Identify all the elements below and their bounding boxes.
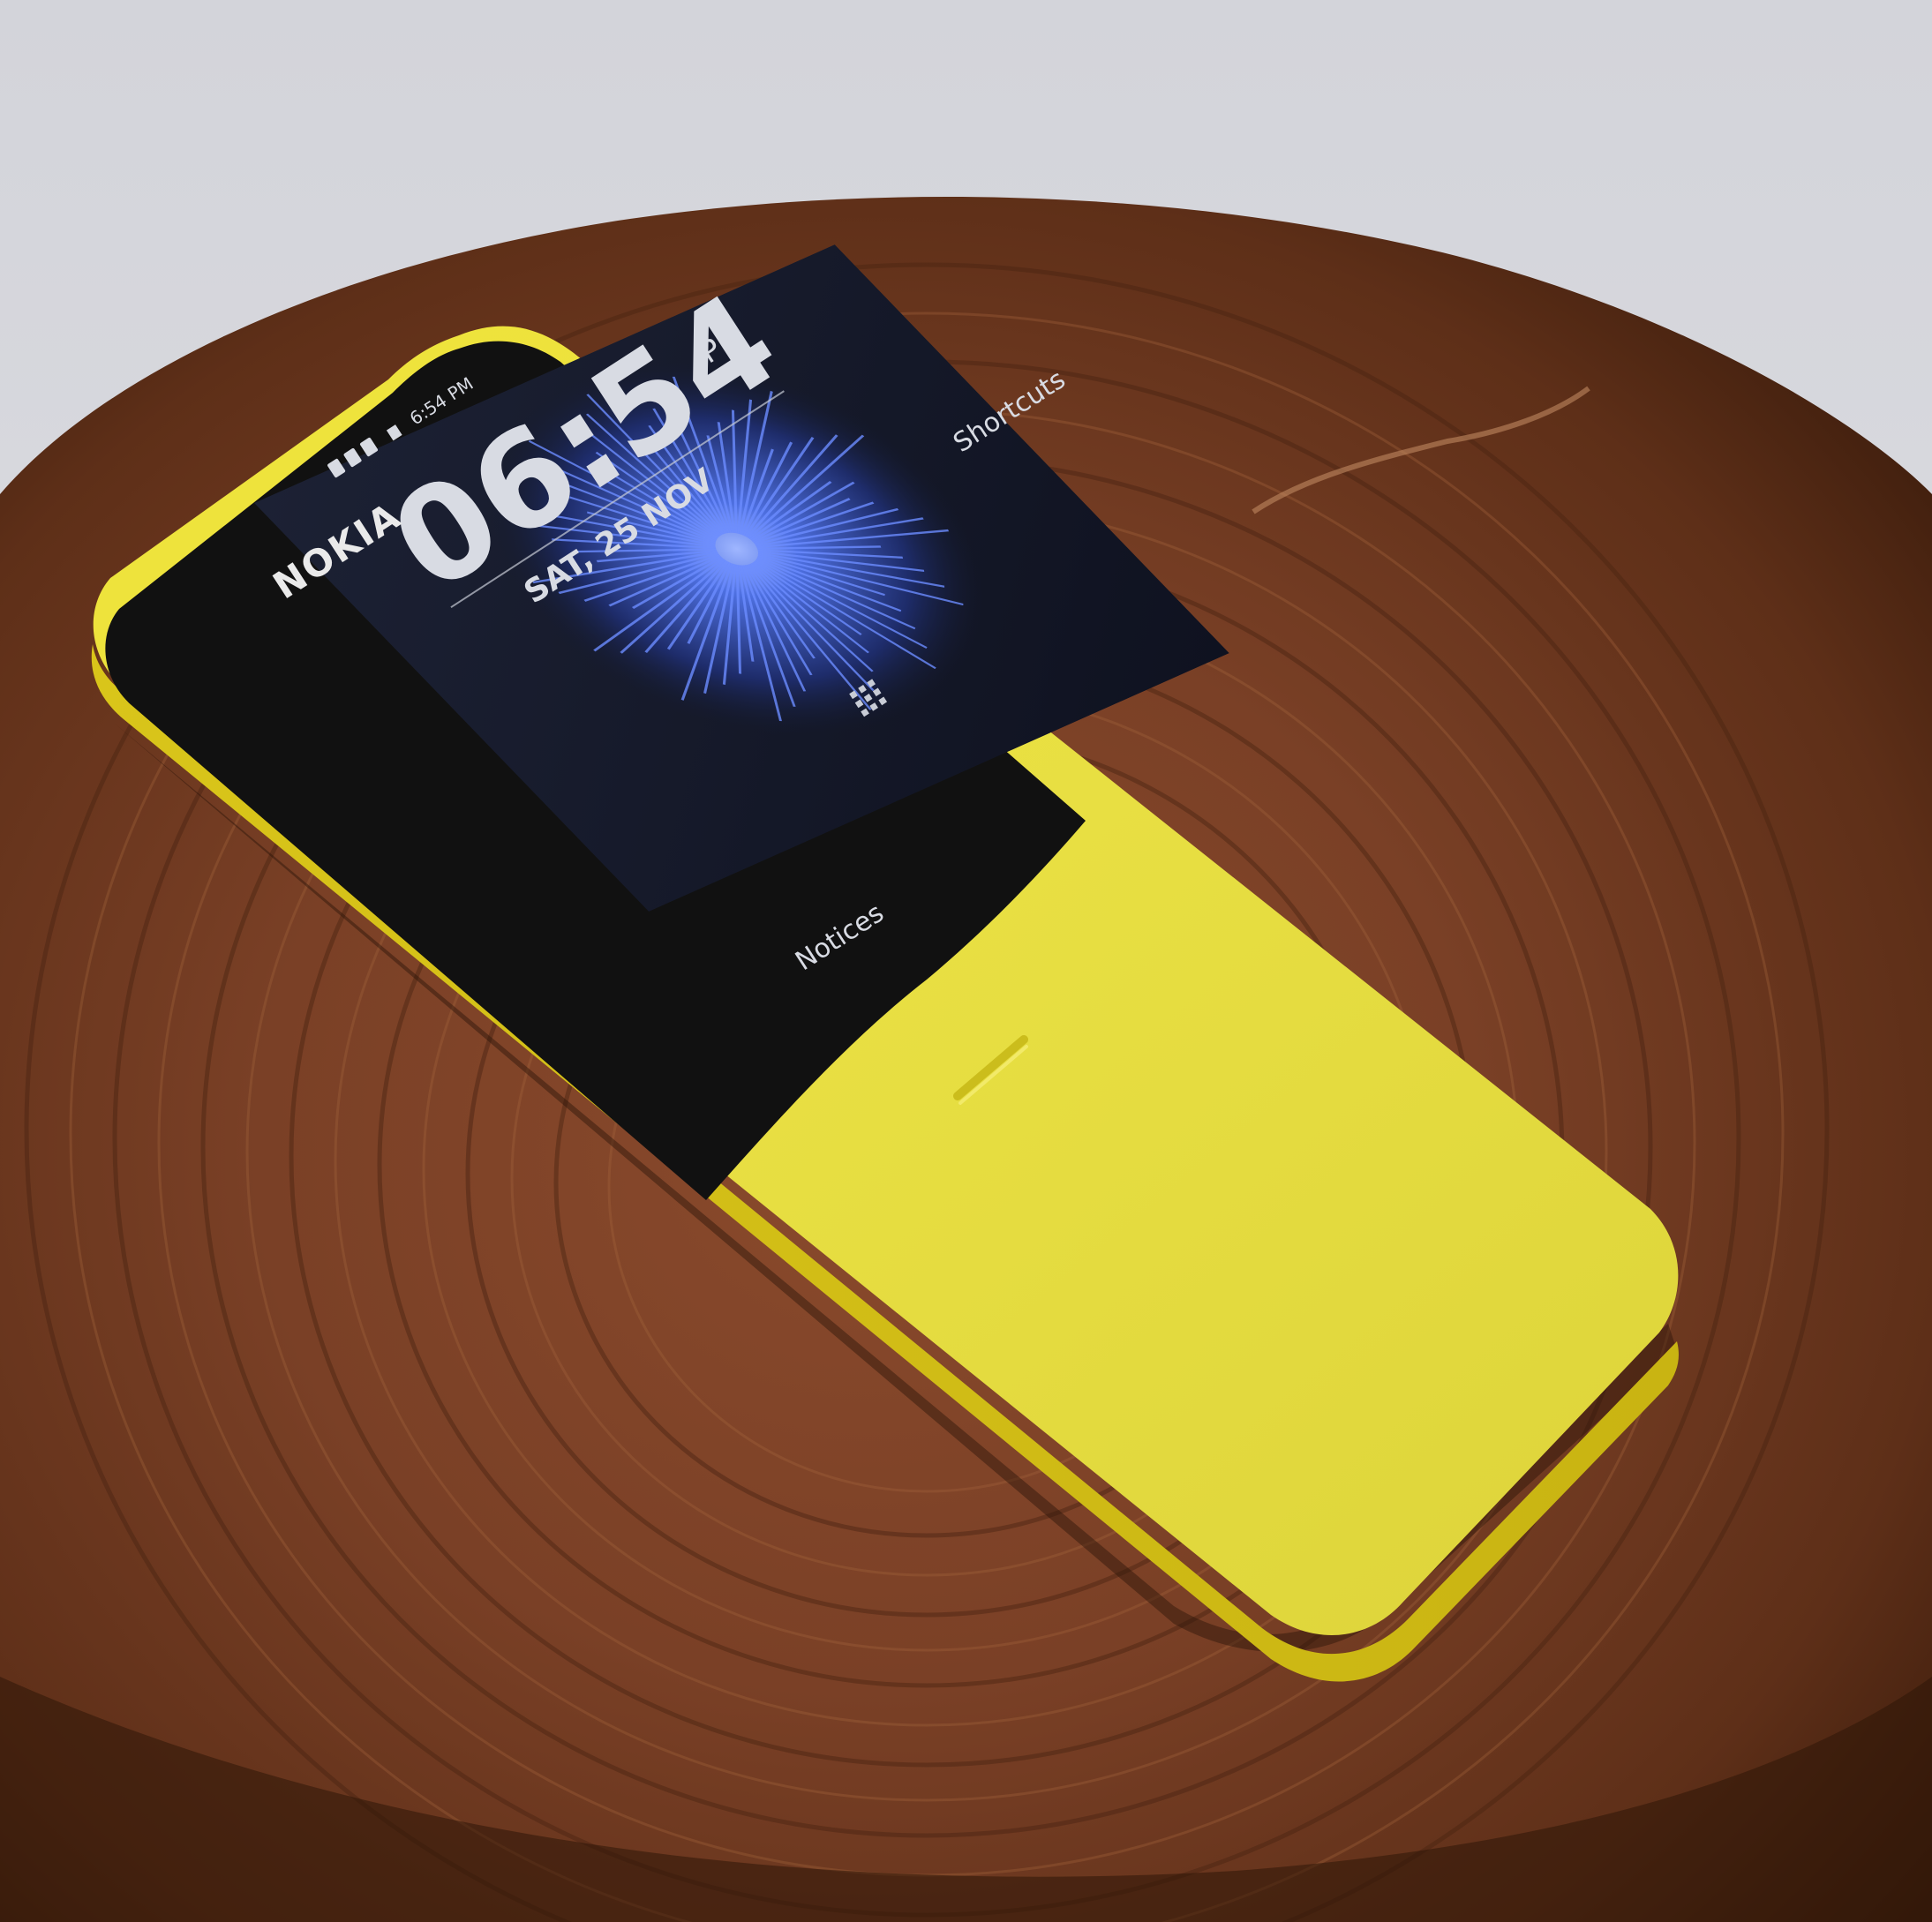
photo-scene: 6:54 PM 06:54 PM SAT, 25 NOV Notices Sho… xyxy=(0,0,1932,1922)
